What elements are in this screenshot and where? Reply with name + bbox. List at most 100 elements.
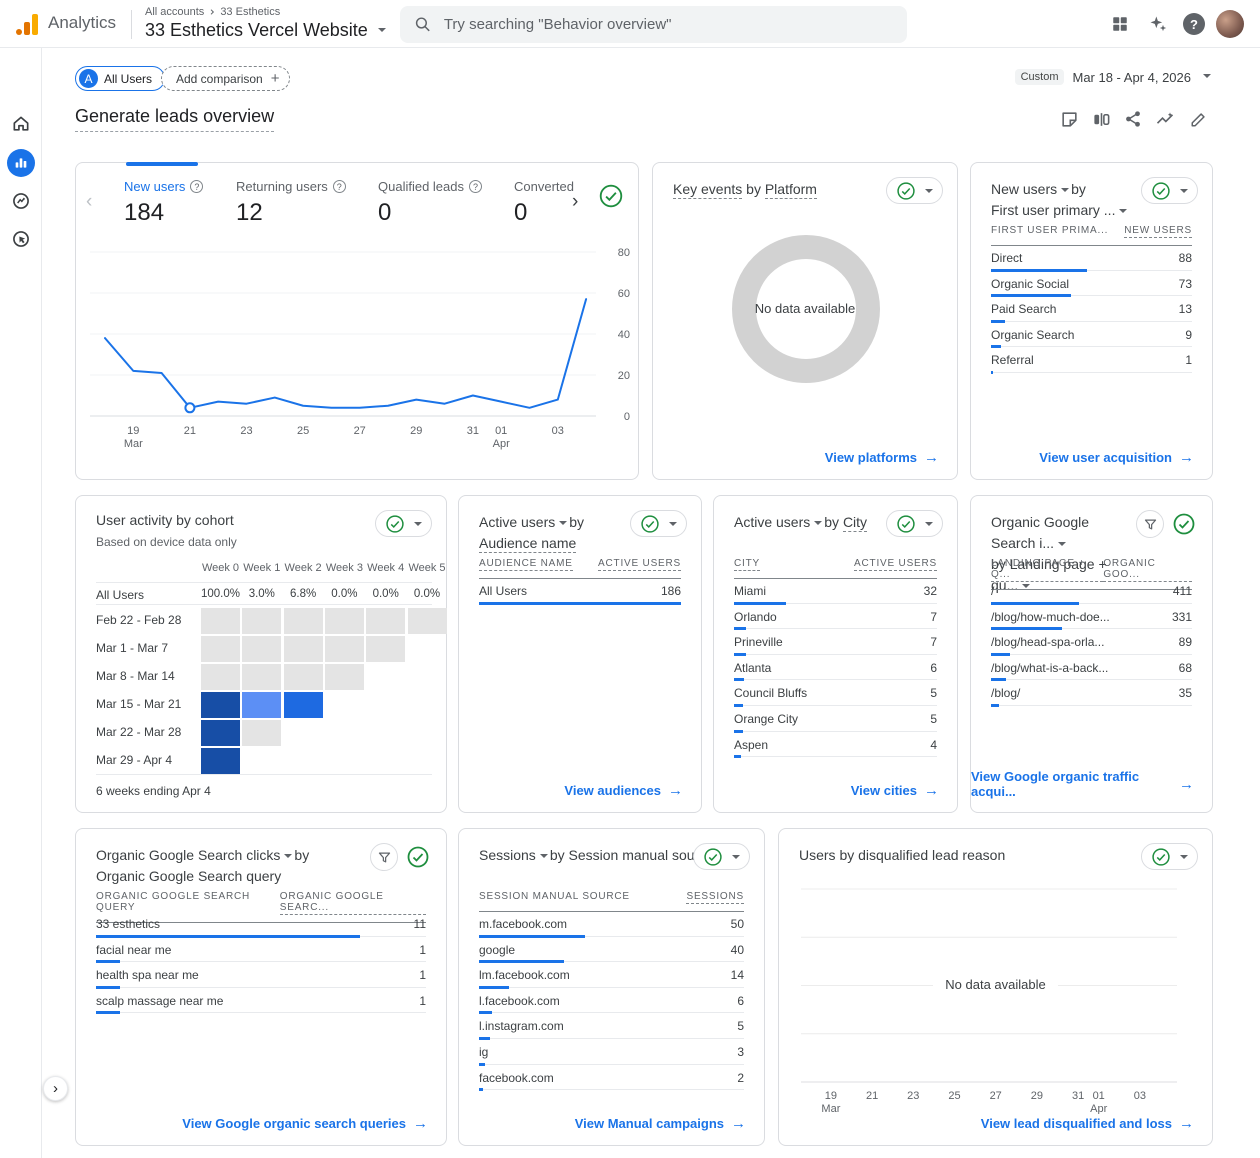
cohort-cell[interactable] (325, 636, 364, 662)
view-cities-link[interactable]: View cities→ (851, 782, 939, 799)
card-options[interactable] (886, 510, 943, 537)
view-audiences-link[interactable]: View audiences→ (564, 782, 683, 799)
tab-converted[interactable]: Converted 0 (514, 179, 574, 227)
table-row[interactable]: Organic Search9 (991, 322, 1192, 348)
table-row[interactable]: /blog/35 (991, 680, 1192, 706)
gemini-sparkle-icon[interactable] (1146, 12, 1170, 36)
card-title[interactable]: Active usersby Audience name (479, 512, 584, 554)
card-options[interactable] (886, 177, 943, 204)
apps-grid-icon[interactable] (1108, 12, 1132, 36)
table-row[interactable]: Orange City5 (734, 706, 937, 732)
tab-qualified-leads[interactable]: Qualified leads? 0 (378, 179, 482, 227)
cohort-cell[interactable] (242, 720, 281, 746)
advertising-icon[interactable] (7, 225, 35, 253)
table-header[interactable]: SESSION MANUAL SOURCE SESSIONS (479, 891, 744, 912)
cohort-cell[interactable] (242, 692, 281, 718)
card-title[interactable]: Sessionsby Session manual source (479, 845, 728, 866)
insights-icon[interactable] (1154, 108, 1176, 130)
table-row[interactable]: Atlanta6 (734, 655, 937, 681)
col-dimension[interactable]: AUDIENCE NAME (479, 558, 573, 571)
table-row[interactable]: Prineville7 (734, 629, 937, 655)
cohort-cell[interactable] (366, 636, 405, 662)
col-dimension[interactable]: CITY (734, 558, 760, 571)
cohort-cell[interactable] (325, 664, 364, 690)
table-row[interactable]: Referral1 (991, 347, 1192, 373)
cohort-cell[interactable] (408, 608, 447, 634)
breadcrumb[interactable]: All accounts 33 Esthetics (145, 6, 280, 18)
prev-chevron-icon[interactable]: ‹ (86, 191, 92, 213)
table-row[interactable]: facebook.com2 (479, 1065, 744, 1091)
cohort-cell[interactable] (242, 608, 281, 634)
card-options[interactable] (1141, 843, 1198, 870)
table-row[interactable]: facial near me1 (96, 937, 426, 963)
tab-new-users[interactable]: New users? 184 (124, 179, 203, 227)
reports-icon[interactable] (7, 149, 35, 177)
table-header[interactable]: FIRST USER PRIMA... NEW USERS (991, 225, 1192, 246)
table-header[interactable]: AUDIENCE NAME ACTIVE USERS (479, 558, 681, 579)
cohort-cell[interactable] (284, 636, 323, 662)
table-row[interactable]: Organic Social73 (991, 271, 1192, 297)
cohort-cell[interactable] (325, 608, 364, 634)
cohort-cell[interactable] (284, 664, 323, 690)
cohort-cell[interactable] (201, 692, 240, 718)
table-row[interactable]: /blog/how-much-doe...331 (991, 604, 1192, 630)
cohort-cell[interactable] (242, 636, 281, 662)
card-options[interactable] (693, 843, 750, 870)
avatar[interactable] (1216, 10, 1244, 38)
view-search-queries-link[interactable]: View Google organic search queries→ (182, 1115, 428, 1132)
table-header[interactable]: CITY ACTIVE USERS (734, 558, 937, 579)
card-options[interactable] (1141, 177, 1198, 204)
col-metric[interactable]: NEW USERS (1124, 225, 1192, 238)
table-row[interactable]: lm.facebook.com14 (479, 962, 744, 988)
col-metric[interactable]: SESSIONS (686, 891, 744, 904)
table-row[interactable]: All Users186 (479, 578, 681, 604)
filter-funnel-icon[interactable] (1136, 510, 1164, 538)
table-row[interactable]: scalp massage near me1 (96, 988, 426, 1014)
card-options[interactable] (630, 510, 687, 537)
help-icon[interactable]: ? (1183, 13, 1205, 35)
cohort-cell[interactable] (284, 608, 323, 634)
col-metric[interactable]: ACTIVE USERS (598, 558, 681, 571)
view-lead-disqualified-link[interactable]: View lead disqualified and loss→ (981, 1115, 1194, 1132)
search-bar[interactable] (400, 6, 907, 43)
table-row[interactable]: Direct88 (991, 245, 1192, 271)
segment-chip-all-users[interactable]: A All Users (75, 66, 165, 91)
explore-icon[interactable] (7, 187, 35, 215)
col-dimension[interactable]: FIRST USER PRIMA... (991, 225, 1108, 238)
add-comparison-button[interactable]: Add comparison + (161, 66, 290, 91)
table-row[interactable]: Council Bluffs5 (734, 680, 937, 706)
cohort-cell[interactable] (201, 748, 240, 774)
col-metric[interactable]: ACTIVE USERS (854, 558, 937, 571)
next-chevron-icon[interactable]: › (572, 191, 578, 213)
table-row[interactable]: Miami32 (734, 578, 937, 604)
card-title[interactable]: Active usersby City (734, 512, 867, 533)
card-title[interactable]: New usersby First user primary ... (991, 179, 1129, 221)
table-row[interactable]: google40 (479, 937, 744, 963)
table-row[interactable]: Paid Search13 (991, 296, 1192, 322)
cohort-cell[interactable] (242, 664, 281, 690)
view-manual-campaigns-link[interactable]: View Manual campaigns→ (575, 1115, 746, 1132)
breadcrumb-accounts[interactable]: All accounts (145, 6, 204, 18)
page-title[interactable]: Generate leads overview (75, 106, 274, 132)
cohort-cell[interactable] (201, 720, 240, 746)
table-row[interactable]: Aspen4 (734, 732, 937, 758)
note-icon[interactable] (1058, 108, 1080, 130)
expand-sidebar-icon[interactable]: › (43, 1076, 68, 1101)
table-row[interactable]: ig3 (479, 1039, 744, 1065)
date-range-picker[interactable]: Custom Mar 18 - Apr 4, 2026 (1015, 69, 1213, 85)
cohort-cell[interactable] (201, 636, 240, 662)
edit-pencil-icon[interactable] (1188, 108, 1210, 130)
home-icon[interactable] (7, 110, 35, 138)
share-icon[interactable] (1122, 108, 1144, 130)
view-platforms-link[interactable]: View platforms→ (825, 449, 939, 466)
col-dimension[interactable]: SESSION MANUAL SOURCE (479, 891, 630, 904)
table-row[interactable]: health spa near me1 (96, 962, 426, 988)
property-selector[interactable]: 33 Esthetics Vercel Website (145, 20, 388, 41)
comparison-icon[interactable] (1090, 108, 1112, 130)
cohort-cell[interactable] (284, 692, 323, 718)
cohort-cell[interactable] (366, 608, 405, 634)
check-circle-icon[interactable] (1170, 510, 1198, 538)
view-organic-traffic-link[interactable]: View Google organic traffic acqui...→ (971, 769, 1194, 799)
table-row[interactable]: /411 (991, 578, 1192, 604)
view-user-acquisition-link[interactable]: View user acquisition→ (1039, 449, 1194, 466)
